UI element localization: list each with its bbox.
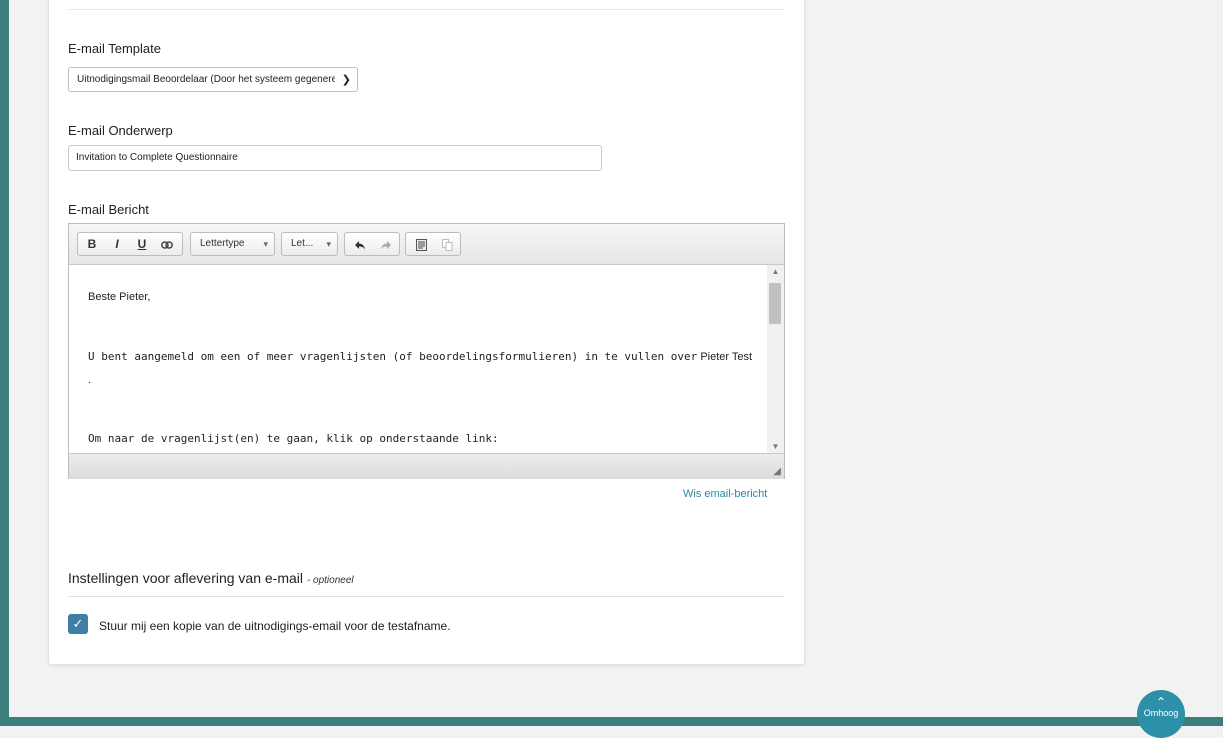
copy-icon — [441, 238, 452, 251]
copy-email-checkbox[interactable]: ✓ — [68, 614, 88, 634]
paste-button-group — [405, 232, 461, 256]
redo-icon — [381, 240, 391, 250]
scroll-thumb[interactable] — [769, 283, 781, 324]
combo-arrow-icon: ▾ — [326, 239, 331, 249]
back-to-top-button[interactable]: ⌃ Omhoog — [1137, 690, 1185, 738]
font-size-combo-label: Let... — [291, 238, 314, 249]
message-line-1: U bent aangemeld om een of meer vragenli… — [88, 350, 752, 363]
section-divider — [68, 596, 784, 597]
message-recipient-name: Pieter Test — [700, 351, 753, 363]
history-button-group — [344, 232, 400, 256]
scroll-down-icon[interactable]: ▼ — [767, 442, 784, 451]
template-label: E-mail Template — [68, 41, 161, 56]
message-editor: B I U Lettertype ▾ Let... ▾ Beste Pieter… — [68, 223, 785, 479]
editor-content[interactable]: Beste Pieter, U bent aangemeld om een of… — [69, 265, 767, 453]
italic-button[interactable]: I — [106, 233, 128, 255]
bold-button[interactable]: B — [81, 233, 103, 255]
message-greeting: Beste Pieter, — [88, 291, 151, 303]
template-select[interactable]: Uitnodigingsmail Beoordelaar (Door het s… — [68, 67, 358, 92]
paste-text-button[interactable] — [409, 233, 433, 255]
delivery-section-title: Instellingen voor aflevering van e-mail … — [68, 570, 354, 586]
font-size-combo[interactable]: Let... ▾ — [281, 232, 338, 256]
font-family-combo[interactable]: Lettertype ▾ — [190, 232, 275, 256]
copy-email-label[interactable]: Stuur mij een kopie van de uitnodigings-… — [99, 619, 451, 633]
link-button[interactable] — [156, 233, 178, 255]
delivery-title-text: Instellingen voor aflevering van e-mail — [68, 570, 304, 586]
top-divider — [68, 9, 784, 10]
editor-toolbar: B I U Lettertype ▾ Let... ▾ — [69, 224, 784, 265]
bottom-accent-bar — [0, 717, 1223, 726]
message-line-2: Om naar de vragenlijst(en) te gaan, klik… — [88, 432, 499, 445]
editor-statusbar: ◢ — [69, 453, 784, 479]
resize-handle-icon[interactable]: ◢ — [773, 466, 781, 477]
font-family-combo-label: Lettertype — [200, 238, 245, 249]
redo-button[interactable] — [374, 233, 398, 255]
undo-button[interactable] — [348, 233, 372, 255]
left-accent-bar — [0, 0, 9, 726]
message-line-1-text: U bent aangemeld om een of meer vragenli… — [88, 350, 698, 363]
optional-tag: - optioneel — [306, 575, 354, 586]
message-line-1-dot: . — [88, 374, 92, 386]
editor-scrollbar[interactable]: ▲ ▼ — [767, 265, 784, 453]
subject-label: E-mail Onderwerp — [68, 123, 173, 138]
message-label: E-mail Bericht — [68, 202, 149, 217]
subject-input[interactable]: Invitation to Complete Questionnaire — [68, 145, 602, 171]
template-select-value: Uitnodigingsmail Beoordelaar (Door het s… — [77, 74, 335, 85]
check-icon: ✓ — [72, 616, 84, 631]
underline-button[interactable]: U — [131, 233, 153, 255]
clear-message-link[interactable]: Wis email-bericht — [683, 488, 767, 500]
paste-text-icon — [415, 238, 427, 251]
combo-arrow-icon: ▾ — [263, 239, 268, 249]
scroll-up-icon[interactable]: ▲ — [767, 267, 784, 276]
link-icon — [161, 241, 173, 249]
email-form-card: E-mail Template Uitnodigingsmail Beoorde… — [48, 0, 805, 665]
chevron-down-icon: ❯ — [341, 74, 351, 86]
format-button-group: B I U — [77, 232, 183, 256]
copy-format-button[interactable] — [435, 233, 459, 255]
chevron-up-icon: ⌃ — [1155, 695, 1167, 709]
back-to-top-label: Omhoog — [1143, 708, 1179, 718]
undo-icon — [355, 240, 365, 250]
